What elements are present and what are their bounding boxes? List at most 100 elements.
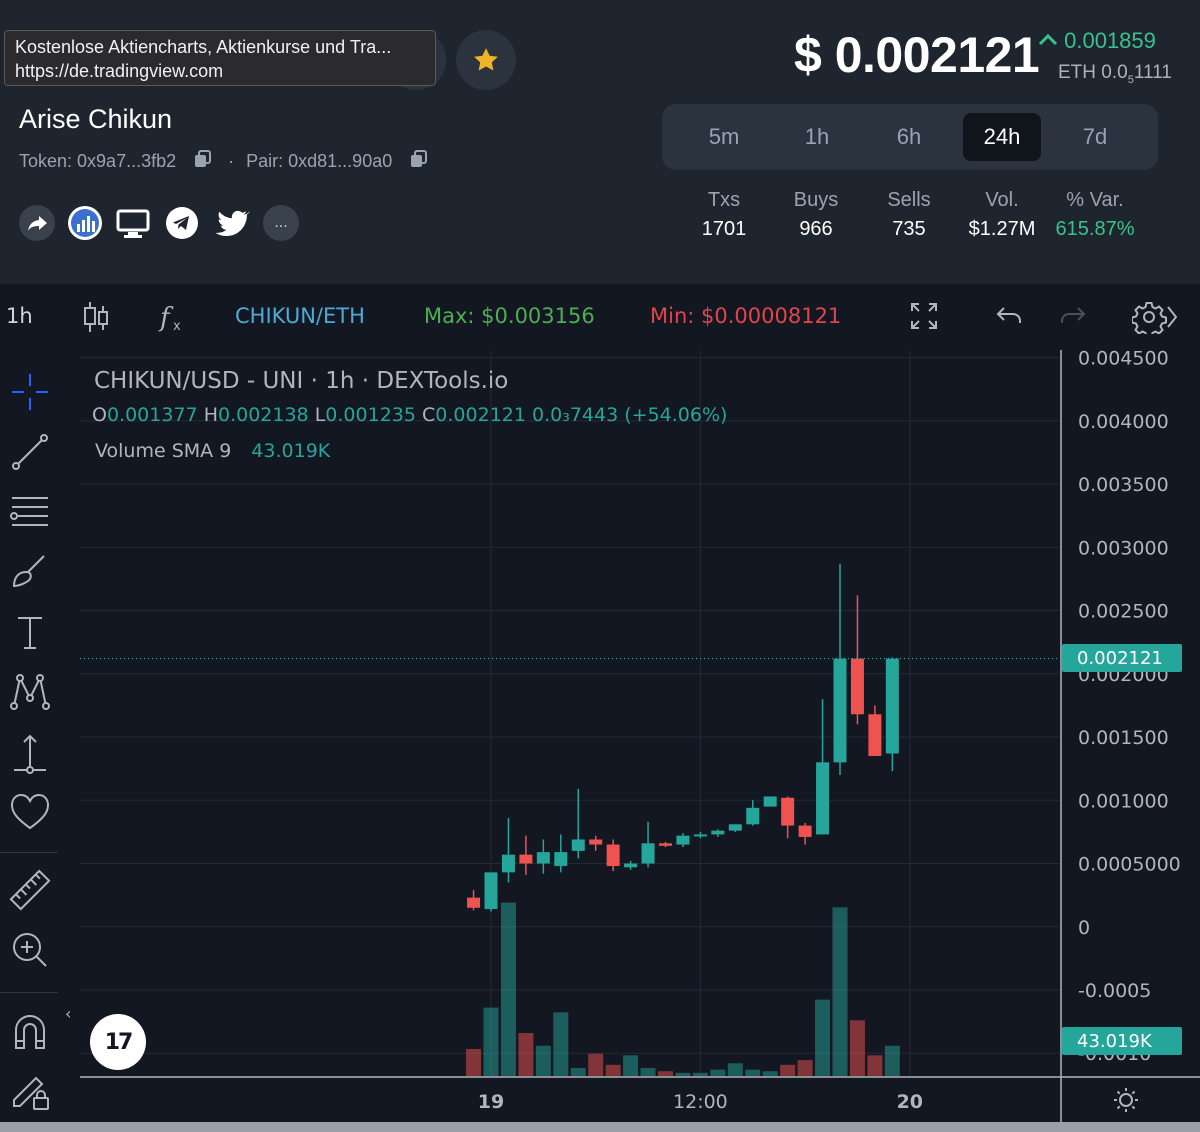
brush-icon[interactable] xyxy=(8,550,52,594)
heart-icon[interactable] xyxy=(8,790,52,834)
stat-label: Buys xyxy=(793,189,839,211)
stat-label: % Var. xyxy=(1066,189,1124,211)
arrow-up-icon xyxy=(1038,33,1058,46)
copy-pair-icon[interactable] xyxy=(410,150,428,173)
x-tick-label: 19 xyxy=(478,1091,504,1113)
favorite-button[interactable] xyxy=(456,30,516,90)
magnet-icon[interactable] xyxy=(8,1010,52,1054)
tooltip-title: Kostenlose Aktiencharts, Aktienkurse und… xyxy=(15,37,392,57)
copy-token-icon[interactable] xyxy=(194,150,212,173)
measure-range-icon[interactable] xyxy=(8,730,52,774)
text-tool-icon[interactable] xyxy=(8,610,52,654)
volume-bar xyxy=(780,1064,796,1076)
y-tick-label: 0.003500 xyxy=(1078,474,1169,496)
share-button[interactable] xyxy=(19,205,55,241)
indicators-icon[interactable]: f x xyxy=(158,300,188,334)
volume-bar xyxy=(762,1071,778,1076)
tab-24h[interactable]: 24h xyxy=(963,113,1041,161)
tab-1h[interactable]: 1h xyxy=(778,113,856,161)
token-header: Kostenlose Aktiencharts, Aktienkurse und… xyxy=(0,0,1200,284)
volume-bar xyxy=(623,1055,639,1076)
volume-bar xyxy=(500,902,516,1076)
lock-drawings-icon[interactable] xyxy=(8,1070,52,1114)
tradingview-logo[interactable]: 17 xyxy=(90,1014,146,1070)
candlestick-chart[interactable]: 0.004500 0.004000 0.003500 0.003000 0.002500… xyxy=(0,350,1200,1132)
y-tick-label: 0.004000 xyxy=(1078,411,1169,433)
candle-body xyxy=(781,797,795,826)
token-name: Arise Chikun xyxy=(19,104,173,134)
more-socials-button[interactable]: ... xyxy=(263,205,299,241)
volume-bar xyxy=(797,1060,813,1076)
volume-sma-label: Volume SMA 9 xyxy=(95,440,232,462)
chart-logo-icon xyxy=(68,206,102,240)
star-icon xyxy=(474,48,498,71)
candle-body xyxy=(798,825,812,837)
candle-body xyxy=(816,762,830,835)
pattern-icon[interactable] xyxy=(8,670,52,714)
volume-legend: Volume SMA 9 43.019K xyxy=(95,440,330,462)
volume-tag: 43.019K xyxy=(1062,1027,1182,1055)
tab-6h[interactable]: 6h xyxy=(870,113,948,161)
twitter-button[interactable] xyxy=(214,205,250,241)
high-label: H xyxy=(203,404,218,426)
volume-bar xyxy=(815,999,831,1076)
y-tick-label: 0.0005000 xyxy=(1078,854,1181,876)
twitter-icon xyxy=(215,210,250,237)
candle-body xyxy=(693,834,707,837)
settings-gear-icon[interactable] xyxy=(1132,300,1180,334)
chart-toolbar: 1h f x CHIKUN/ETH Max: $0.003156 Min: $0… xyxy=(0,284,1200,350)
volume-sma-value: 43.019K xyxy=(251,440,331,462)
candles-icon[interactable] xyxy=(82,300,110,334)
stat-value: 735 xyxy=(892,218,926,240)
telegram-button[interactable] xyxy=(164,205,200,241)
stat-sells: Sells 735 xyxy=(864,186,954,244)
stat-value: 966 xyxy=(799,218,833,240)
tab-5m[interactable]: 5m xyxy=(685,113,763,161)
close-label: C xyxy=(422,404,436,426)
eth-price-tail: 1111 xyxy=(1133,62,1172,83)
candle-body xyxy=(589,839,603,845)
tab-7d[interactable]: 7d xyxy=(1056,113,1134,161)
chart-site-button[interactable] xyxy=(67,205,103,241)
trend-line-icon[interactable] xyxy=(8,430,52,474)
toolbar-divider xyxy=(0,992,58,993)
fib-lines-icon[interactable] xyxy=(8,490,52,534)
usd-price: $ 0.002121 xyxy=(794,27,1040,83)
redo-icon[interactable] xyxy=(1056,300,1088,332)
chart-area[interactable]: 0.004500 0.004000 0.003500 0.003000 0.002500… xyxy=(0,350,1200,1132)
candle-body xyxy=(676,835,690,845)
monitor-icon xyxy=(116,209,150,238)
collapse-toolbar-icon[interactable]: ‹ xyxy=(65,1004,71,1023)
x-tick-label: 12:00 xyxy=(673,1091,728,1113)
tooltip-url: https://de.tradingview.com xyxy=(15,61,224,81)
volume-bar xyxy=(535,1045,551,1076)
candle-body xyxy=(746,807,760,825)
pair-address: Pair: 0xd81...90a0 xyxy=(246,151,393,171)
interval-selector[interactable]: 1h xyxy=(6,304,33,328)
svg-text:x: x xyxy=(173,319,181,334)
candle-body xyxy=(467,897,481,908)
stat-value: 615.87% xyxy=(1055,218,1135,240)
website-button[interactable] xyxy=(115,205,151,241)
eth-price: ETH 0.051111 xyxy=(1058,62,1172,86)
drawing-toolbar xyxy=(0,350,62,1132)
ruler-icon[interactable] xyxy=(8,868,52,912)
volume-bar xyxy=(640,1068,656,1076)
volume-bar xyxy=(710,1069,726,1076)
window-bottom-bar xyxy=(0,1122,1200,1132)
fullscreen-icon[interactable] xyxy=(908,300,940,332)
stat-volume: Vol. $1.27M xyxy=(957,186,1047,244)
crosshair-icon[interactable] xyxy=(8,370,52,414)
y-tick-label: 0.001500 xyxy=(1078,727,1169,749)
volume-bar xyxy=(884,1045,900,1076)
candle-body xyxy=(519,854,533,864)
low-value: 0.001235 xyxy=(325,404,416,426)
zoom-in-icon[interactable] xyxy=(8,928,52,972)
last-price-tag: 0.002121 xyxy=(1062,644,1182,673)
volume-bar xyxy=(745,1069,761,1076)
compare-pair-button[interactable]: CHIKUN/ETH xyxy=(235,304,365,328)
candle-body xyxy=(868,714,882,757)
chart-title: CHIKUN/USD - UNI · 1h · DEXTools.io xyxy=(94,368,509,394)
undo-icon[interactable] xyxy=(994,300,1026,332)
stat-txs: Txs 1701 xyxy=(679,186,769,244)
